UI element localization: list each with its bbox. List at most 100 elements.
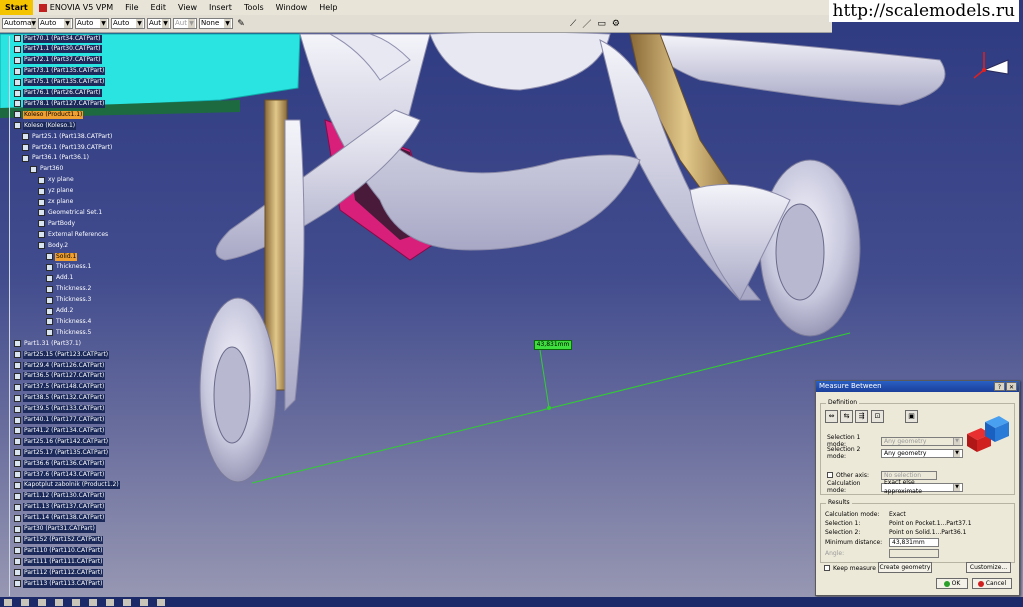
measure-item-icon[interactable]: ⊡ [871, 410, 884, 423]
tree-node[interactable]: Body.2 [38, 241, 69, 250]
selection2-mode-select[interactable]: Any geometry ▼ [881, 448, 963, 458]
tree-node[interactable]: Part36.6 (Part136.CATPart) [14, 459, 106, 468]
menu-view[interactable]: View [172, 0, 203, 15]
tree-node[interactable]: Part37.6 (Part143.CATPart) [14, 470, 106, 479]
menu-start[interactable]: Start [0, 0, 33, 15]
painter-icon[interactable]: ✎ [235, 18, 247, 30]
tree-node[interactable]: Part40.1 (Part177.CATPart) [14, 416, 106, 425]
min-distance-field[interactable]: 43,831mm [889, 537, 939, 547]
transparency-combo[interactable]: Auto ▼ [38, 18, 73, 29]
tree-node[interactable]: Part30 (Part31.CATPart) [14, 525, 96, 534]
keep-measure-checkbox[interactable] [824, 565, 830, 571]
menu-window[interactable]: Window [270, 0, 314, 15]
tool-icon[interactable] [72, 598, 80, 606]
tree-node[interactable]: Solid.1 [46, 252, 78, 261]
tree-node[interactable]: xy plane [38, 176, 75, 185]
tree-node[interactable]: Koleso (Koleso.1) [14, 121, 77, 130]
point-combo[interactable]: Aut ▼ [147, 18, 171, 29]
tree-node[interactable]: Part25.16 (Part142.CATPart) [14, 437, 110, 446]
tree-node[interactable]: Part26.1 (Part139.CATPart) [22, 143, 113, 152]
tree-node[interactable]: Geometrical Set.1 [38, 208, 103, 217]
tool-icon[interactable] [157, 598, 165, 606]
tree-node[interactable]: PartBody [38, 219, 76, 228]
tree-node[interactable]: Part36.1 (Part36.1) [22, 154, 90, 163]
tree-node[interactable]: Part75.1 (Part135.CATPart) [14, 78, 106, 87]
tree-node[interactable]: Part76.1 (Part26.CATPart) [14, 89, 102, 98]
tool-icon[interactable] [123, 598, 131, 606]
calc-mode-select[interactable]: Exact else approximate ▼ [881, 479, 963, 495]
menu-edit[interactable]: Edit [145, 0, 173, 15]
tree-node[interactable]: Part110 (Part110.CATPart) [14, 546, 104, 555]
menu-tools[interactable]: Tools [238, 0, 270, 15]
linetype-combo[interactable]: Auto ▼ [111, 18, 145, 29]
tree-node[interactable]: Part39.5 (Part133.CATPart) [14, 405, 106, 414]
tree-node[interactable]: Add.2 [46, 307, 74, 316]
tree-node[interactable]: yz plane [38, 187, 74, 196]
tree-node[interactable]: Part112 (Part112.CATPart) [14, 568, 104, 577]
ok-button[interactable]: OK [936, 578, 968, 589]
tree-node[interactable]: Part1.12 (Part130.CATPart) [14, 492, 106, 501]
tree-node[interactable]: Part38.5 (Part132.CATPart) [14, 394, 106, 403]
tree-node[interactable]: Part78.1 (Part127.CATPart) [14, 99, 106, 108]
tree-node[interactable]: Thickness.4 [46, 317, 92, 326]
other-axis-checkbox[interactable] [827, 472, 833, 478]
tool-icon[interactable] [89, 598, 97, 606]
thickness-combo[interactable]: Auto ▼ [75, 18, 109, 29]
tree-node[interactable]: Part1.14 (Part138.CATPart) [14, 514, 106, 523]
tree-node[interactable]: Part72.1 (Part37.CATPart) [14, 56, 102, 65]
tree-node[interactable]: Koleso (Product1.1) [14, 110, 84, 119]
tree-node[interactable]: Part152 (Part152.CATPart) [14, 535, 104, 544]
line-icon[interactable]: ／ [582, 17, 591, 30]
tool-icon[interactable] [55, 598, 63, 606]
tree-node[interactable]: External References [38, 230, 109, 239]
tree-node[interactable]: Part113 (Part113.CATPart) [14, 579, 104, 588]
tool-icon[interactable] [140, 598, 148, 606]
tool-icon[interactable] [38, 598, 46, 606]
sketch-icon[interactable]: ⟋ [570, 19, 576, 29]
customize-button[interactable]: Customize... [966, 562, 1011, 573]
menu-insert[interactable]: Insert [203, 0, 238, 15]
dialog-titlebar[interactable]: Measure Between ? ✕ [816, 381, 1019, 392]
color-combo[interactable]: Automa ▼ [2, 18, 36, 29]
measure-chain-mode-icon[interactable]: ⇆ [840, 410, 853, 423]
tools-icon[interactable]: ⚙ [612, 19, 620, 29]
tree-node[interactable]: Part25.17 (Part135.CATPart) [14, 448, 110, 457]
tree-node[interactable]: Part71.1 (Part30.CATPart) [14, 45, 102, 54]
tree-node[interactable]: Thickness.3 [46, 296, 92, 305]
menu-enovia[interactable]: ENOVIA V5 VPM [33, 0, 119, 15]
tree-node[interactable]: zx plane [38, 198, 74, 207]
tree-node[interactable]: Part36.5 (Part127.CATPart) [14, 372, 106, 381]
tree-node[interactable]: Part360 [30, 165, 64, 174]
tree-node[interactable]: Part73.1 (Part135.CATPart) [14, 67, 106, 76]
tree-node[interactable]: Part1.31 (Part37.1) [14, 339, 82, 348]
cancel-button[interactable]: Cancel [972, 578, 1012, 589]
close-icon[interactable]: ✕ [1006, 382, 1017, 391]
tree-node[interactable]: Part25.1 (Part138.CATPart) [22, 132, 113, 141]
tree-node[interactable]: Add.1 [46, 274, 74, 283]
measure-fan-mode-icon[interactable]: ⇶ [855, 410, 868, 423]
tool-icon[interactable] [106, 598, 114, 606]
tree-node[interactable]: Part111 (Part111.CATPart) [14, 557, 104, 566]
tree-node[interactable]: Part37.5 (Part148.CATPart) [14, 383, 106, 392]
menu-help[interactable]: Help [313, 0, 343, 15]
tree-node[interactable]: Thickness.1 [46, 263, 92, 272]
tree-node[interactable]: Thickness.5 [46, 328, 92, 337]
tool-icon[interactable] [21, 598, 29, 606]
selection1-mode-select[interactable]: Any geometry ▼ [881, 436, 963, 446]
tool-icon[interactable] [4, 598, 12, 606]
menu-file[interactable]: File [119, 0, 144, 15]
layer-combo[interactable]: None ▼ [199, 18, 233, 29]
help-icon[interactable]: ? [994, 382, 1005, 391]
measure-thickness-icon[interactable]: ▣ [905, 410, 918, 423]
tree-node[interactable]: Part25.15 (Part123.CATPart) [14, 350, 110, 359]
ruler-icon[interactable]: ▭ [597, 19, 606, 29]
create-geometry-button[interactable]: Create geometry [878, 562, 932, 573]
tree-node[interactable]: Part70.1 (Part34.CATPart) [14, 34, 102, 43]
measure-between-mode-icon[interactable]: ⇔ [825, 410, 838, 423]
tree-node[interactable]: Part41.2 (Part134.CATPart) [14, 426, 106, 435]
tree-node[interactable]: Part29.4 (Part126.CATPart) [14, 361, 106, 370]
tree-node[interactable]: Part1.13 (Part137.CATPart) [14, 503, 106, 512]
tree-node[interactable]: Thickness.2 [46, 285, 92, 294]
tree-node[interactable]: Kapotplut zabolnik (Product1.2) [14, 481, 120, 490]
compass-widget[interactable] [960, 50, 1010, 90]
